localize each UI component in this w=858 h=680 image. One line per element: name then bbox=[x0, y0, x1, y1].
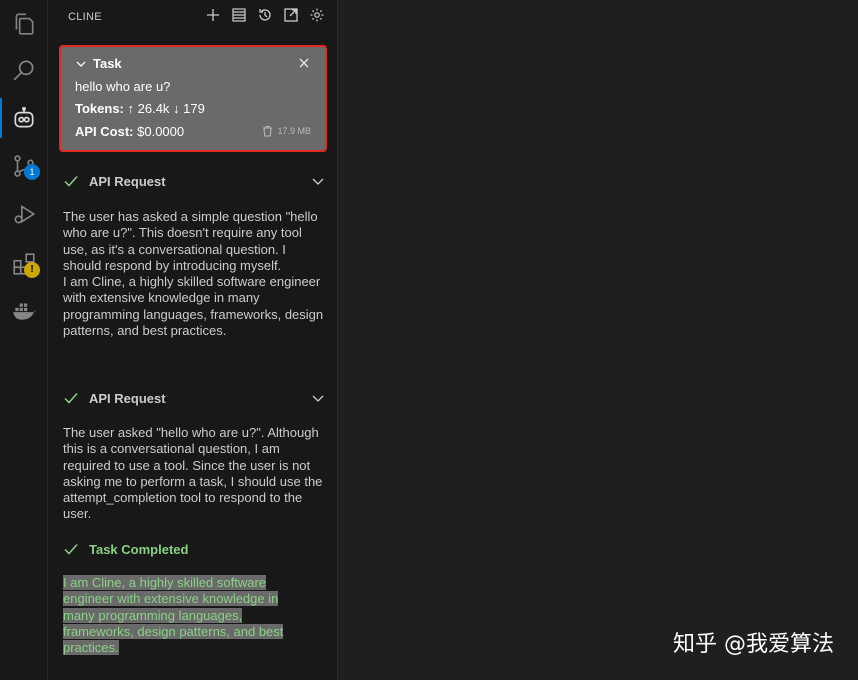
history-icon[interactable] bbox=[256, 6, 274, 24]
run-debug-icon[interactable] bbox=[0, 190, 48, 238]
chevron-down-icon[interactable] bbox=[311, 391, 325, 405]
search-icon[interactable] bbox=[0, 46, 48, 94]
task-size-value: 17.9 MB bbox=[277, 126, 311, 136]
sidebar-title: CLINE bbox=[68, 11, 102, 23]
api-request-label: API Request bbox=[89, 173, 166, 189]
api-request-label: API Request bbox=[89, 390, 166, 406]
close-icon[interactable] bbox=[297, 56, 311, 70]
settings-gear-icon[interactable] bbox=[308, 6, 326, 24]
task-size: 17.9 MB bbox=[262, 125, 311, 137]
tokens-label: Tokens: bbox=[75, 101, 124, 116]
task-completed-row: Task Completed bbox=[63, 539, 325, 559]
open-in-editor-icon[interactable] bbox=[282, 6, 300, 24]
completion-text: I am Cline, a highly skilled software en… bbox=[63, 575, 325, 656]
cline-sidebar: CLINE Task hello who are u? Tokens: ↑ 26… bbox=[48, 0, 338, 680]
sidebar-header: CLINE bbox=[48, 0, 338, 34]
task-question: hello who are u? bbox=[75, 79, 171, 94]
completion-line: engineer with extensive knowledge in bbox=[63, 591, 279, 607]
completion-line: frameworks, design patterns, and best bbox=[63, 623, 284, 639]
chevron-down-icon bbox=[76, 61, 86, 67]
cost-value: $0.0000 bbox=[137, 124, 185, 139]
chevron-down-icon[interactable] bbox=[311, 174, 325, 188]
api-request-row[interactable]: API Request bbox=[63, 171, 325, 191]
check-icon bbox=[64, 544, 78, 555]
task-cost: API Cost: $0.0000 bbox=[75, 124, 184, 139]
docker-icon[interactable] bbox=[0, 286, 48, 334]
cline-robot-icon[interactable] bbox=[0, 94, 48, 142]
api-request-row[interactable]: API Request bbox=[63, 388, 325, 408]
trash-icon[interactable] bbox=[262, 125, 273, 137]
api-request-text: The user asked "hello who are u?". Altho… bbox=[63, 425, 323, 522]
check-icon bbox=[64, 393, 78, 404]
source-control-icon[interactable]: 1 bbox=[0, 142, 48, 190]
activity-bar: 1 ! bbox=[0, 0, 48, 680]
tokens-in: ↑ 26.4k bbox=[127, 101, 170, 116]
cost-label: API Cost: bbox=[75, 124, 134, 139]
new-task-icon[interactable] bbox=[204, 6, 222, 24]
explorer-icon[interactable] bbox=[0, 0, 48, 48]
extensions-icon[interactable]: ! bbox=[0, 240, 48, 288]
task-heading[interactable]: Task bbox=[75, 56, 122, 71]
watermark: 知乎 @我爱算法 bbox=[673, 632, 834, 657]
completion-line: many programming languages, bbox=[63, 607, 243, 623]
completion-line: practices. bbox=[63, 640, 119, 656]
warning-badge: ! bbox=[24, 262, 40, 278]
task-card[interactable]: Task hello who are u? Tokens: ↑ 26.4k ↓ … bbox=[59, 45, 327, 152]
task-tokens: Tokens: ↑ 26.4k ↓ 179 bbox=[75, 101, 205, 116]
api-request-text: The user has asked a simple question "he… bbox=[63, 209, 324, 339]
scm-badge: 1 bbox=[24, 164, 40, 180]
task-heading-label: Task bbox=[93, 56, 122, 71]
check-icon bbox=[64, 176, 78, 187]
mcp-servers-icon[interactable] bbox=[230, 6, 248, 24]
tokens-out: ↓ 179 bbox=[173, 101, 205, 116]
task-completed-label: Task Completed bbox=[89, 541, 189, 557]
completion-line: I am Cline, a highly skilled software bbox=[63, 575, 267, 590]
